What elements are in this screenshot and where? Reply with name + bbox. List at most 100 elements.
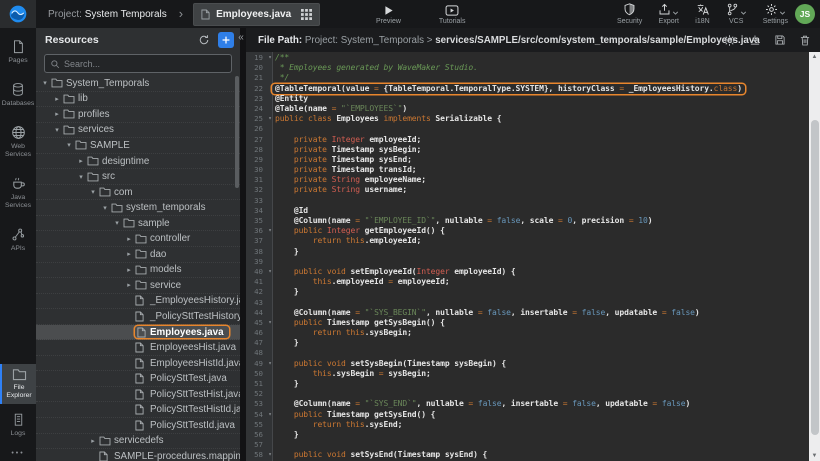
code-line[interactable]: 42 } bbox=[246, 287, 808, 297]
tree-folder-item[interactable]: ▾services bbox=[36, 123, 240, 139]
save-file-icon[interactable] bbox=[774, 34, 786, 46]
wavemaker-logo-icon[interactable] bbox=[0, 0, 36, 28]
tree-folder-item[interactable]: ▸profiles bbox=[36, 107, 240, 123]
code-line[interactable]: 48 bbox=[246, 348, 808, 358]
scrollbar-thumb[interactable] bbox=[811, 120, 819, 435]
code-line[interactable]: 26 bbox=[246, 124, 808, 134]
tree-file-item[interactable]: _PolicySttTestHistory.java bbox=[36, 309, 240, 325]
download-file-icon[interactable] bbox=[749, 34, 761, 46]
preview-button[interactable]: Preview bbox=[376, 3, 401, 25]
tree-folder-item[interactable]: ▾sample bbox=[36, 216, 240, 232]
tree-scrollbar[interactable] bbox=[235, 76, 239, 188]
code-line[interactable]: 19▾/** bbox=[246, 53, 808, 63]
tree-file-item[interactable]: PolicySttTestHistId.java bbox=[36, 402, 240, 418]
tree-folder-item[interactable]: ▸dao bbox=[36, 247, 240, 263]
code-line[interactable]: 56 } bbox=[246, 430, 808, 440]
chevron-down-icon[interactable]: ▾ bbox=[51, 126, 63, 134]
sidebar-item-java-services[interactable]: Java Services bbox=[0, 174, 36, 212]
chevron-right-icon[interactable]: ▸ bbox=[123, 266, 135, 274]
chevron-down-icon[interactable]: ▾ bbox=[111, 219, 123, 227]
settings-gear-icon[interactable] bbox=[723, 34, 736, 47]
export-button[interactable]: Export bbox=[658, 3, 679, 25]
user-avatar[interactable]: JS bbox=[795, 4, 815, 24]
code-line[interactable]: 27 private Integer employeeId; bbox=[246, 135, 808, 145]
code-line[interactable]: 36▾ public Integer getEmployeeId() { bbox=[246, 226, 808, 236]
editor-scrollbar[interactable]: ▲ ▼ bbox=[809, 52, 820, 461]
tutorials-button[interactable]: Tutorials bbox=[439, 3, 466, 25]
tree-folder-item[interactable]: ▾System_Temporals bbox=[36, 76, 240, 92]
code-line[interactable]: 34 @Id bbox=[246, 206, 808, 216]
sidebar-item-apis[interactable]: APIs bbox=[0, 225, 36, 255]
tree-folder-item[interactable]: ▸lib bbox=[36, 92, 240, 108]
tree-file-item[interactable]: EmployeesHist.java bbox=[36, 340, 240, 356]
fold-arrow-icon[interactable]: ▾ bbox=[265, 410, 275, 420]
code-line[interactable]: 29 private Timestamp sysEnd; bbox=[246, 155, 808, 165]
chevron-right-icon[interactable]: ▸ bbox=[75, 157, 87, 165]
chevron-down-icon[interactable]: ▾ bbox=[99, 204, 111, 212]
code-line[interactable]: 25▾public class Employees implements Ser… bbox=[246, 114, 808, 124]
scroll-up-icon[interactable]: ▲ bbox=[809, 52, 820, 62]
code-line[interactable]: 39 bbox=[246, 257, 808, 267]
code-line[interactable]: 37 return this.employeeId; bbox=[246, 236, 808, 246]
sidebar-item-databases[interactable]: Databases bbox=[0, 80, 36, 110]
settings-button[interactable]: Settings bbox=[763, 3, 788, 25]
code-line[interactable]: 20 * Employees generated by WaveMaker St… bbox=[246, 63, 808, 73]
i18n-button[interactable]: i18N bbox=[695, 3, 709, 25]
code-line[interactable]: 50 this.sysBegin = sysBegin; bbox=[246, 369, 808, 379]
tree-file-item[interactable]: PolicySttTestId.java bbox=[36, 418, 240, 434]
code-line[interactable]: 35 @Column(name = "`EMPLOYEE_ID`", nulla… bbox=[246, 216, 808, 226]
add-resource-button[interactable] bbox=[218, 32, 234, 48]
code-line[interactable]: 23@Entity bbox=[246, 94, 808, 104]
code-line[interactable]: 28 private Timestamp sysBegin; bbox=[246, 145, 808, 155]
collapse-panel-button[interactable]: « bbox=[236, 31, 246, 44]
tree-folder-item[interactable]: ▸designtime bbox=[36, 154, 240, 170]
code-line[interactable]: 51 } bbox=[246, 379, 808, 389]
tree-folder-item[interactable]: ▸servicedefs bbox=[36, 434, 240, 450]
chevron-right-icon[interactable]: ▸ bbox=[123, 250, 135, 258]
fold-arrow-icon[interactable]: ▾ bbox=[265, 318, 275, 328]
chevron-right-icon[interactable]: ▸ bbox=[123, 235, 135, 243]
chevron-down-icon[interactable]: ▾ bbox=[87, 188, 99, 196]
fold-arrow-icon[interactable]: ▾ bbox=[265, 450, 275, 460]
fold-arrow-icon[interactable]: ▾ bbox=[265, 226, 275, 236]
tree-folder-item[interactable]: ▾SAMPLE bbox=[36, 138, 240, 154]
tree-folder-item[interactable]: ▾src bbox=[36, 169, 240, 185]
tree-file-item[interactable]: SAMPLE-procedures.mappings.json bbox=[36, 449, 240, 461]
code-line[interactable]: 43 bbox=[246, 298, 808, 308]
code-line[interactable]: 46 return this.sysBegin; bbox=[246, 328, 808, 338]
sidebar-item-web-services[interactable]: Web Services bbox=[0, 123, 36, 161]
fold-arrow-icon[interactable]: ▾ bbox=[265, 267, 275, 277]
sidebar-item-logs[interactable]: Logs bbox=[0, 410, 36, 440]
code-lines[interactable]: 19▾/**20 * Employees generated by WaveMa… bbox=[246, 53, 808, 461]
code-line[interactable]: 41 this.employeeId = employeeId; bbox=[246, 277, 808, 287]
grid-icon[interactable] bbox=[301, 9, 312, 20]
sidebar-item-file-explorer[interactable]: File Explorer bbox=[0, 364, 36, 404]
file-tab[interactable]: Employees.java bbox=[193, 3, 320, 26]
code-line[interactable]: 53 @Column(name = "`SYS_END`", nullable … bbox=[246, 399, 808, 409]
code-line[interactable]: 24@Table(name = "`EMPLOYEES`") bbox=[246, 104, 808, 114]
chevron-right-icon[interactable]: ▸ bbox=[51, 110, 63, 118]
tree-file-item[interactable]: EmployeesHistId.java bbox=[36, 356, 240, 372]
code-line[interactable]: 45▾ public Timestamp getSysBegin() { bbox=[246, 318, 808, 328]
chevron-down-icon[interactable]: ▾ bbox=[63, 141, 75, 149]
security-button[interactable]: Security bbox=[617, 3, 642, 25]
code-line[interactable]: 21 */ bbox=[246, 73, 808, 83]
code-line[interactable]: 30 private Timestamp transId; bbox=[246, 165, 808, 175]
scroll-down-icon[interactable]: ▼ bbox=[809, 451, 820, 461]
tree-folder-item[interactable]: ▾system_temporals bbox=[36, 200, 240, 216]
chevron-down-icon[interactable]: ▾ bbox=[75, 173, 87, 181]
chevron-right-icon[interactable]: ▸ bbox=[123, 281, 135, 289]
code-line[interactable]: 58▾ public void setSysEnd(Timestamp sysE… bbox=[246, 450, 808, 460]
code-line[interactable]: 55 return this.sysEnd; bbox=[246, 420, 808, 430]
tree-folder-item[interactable]: ▸models bbox=[36, 263, 240, 279]
code-editor[interactable]: 19▾/**20 * Employees generated by WaveMa… bbox=[246, 52, 820, 461]
code-line[interactable]: 54▾ public Timestamp getSysEnd() { bbox=[246, 410, 808, 420]
tree-folder-item[interactable]: ▸controller bbox=[36, 231, 240, 247]
chevron-down-icon[interactable]: ▾ bbox=[39, 79, 51, 87]
code-line[interactable]: 33 bbox=[246, 196, 808, 206]
chevron-right-icon[interactable]: ▸ bbox=[51, 95, 63, 103]
code-line[interactable]: 49▾ public void setSysBegin(Timestamp sy… bbox=[246, 359, 808, 369]
sidebar-item-pages[interactable]: Pages bbox=[0, 37, 36, 67]
refresh-icon[interactable] bbox=[198, 34, 210, 46]
code-line[interactable]: 47 } bbox=[246, 338, 808, 348]
